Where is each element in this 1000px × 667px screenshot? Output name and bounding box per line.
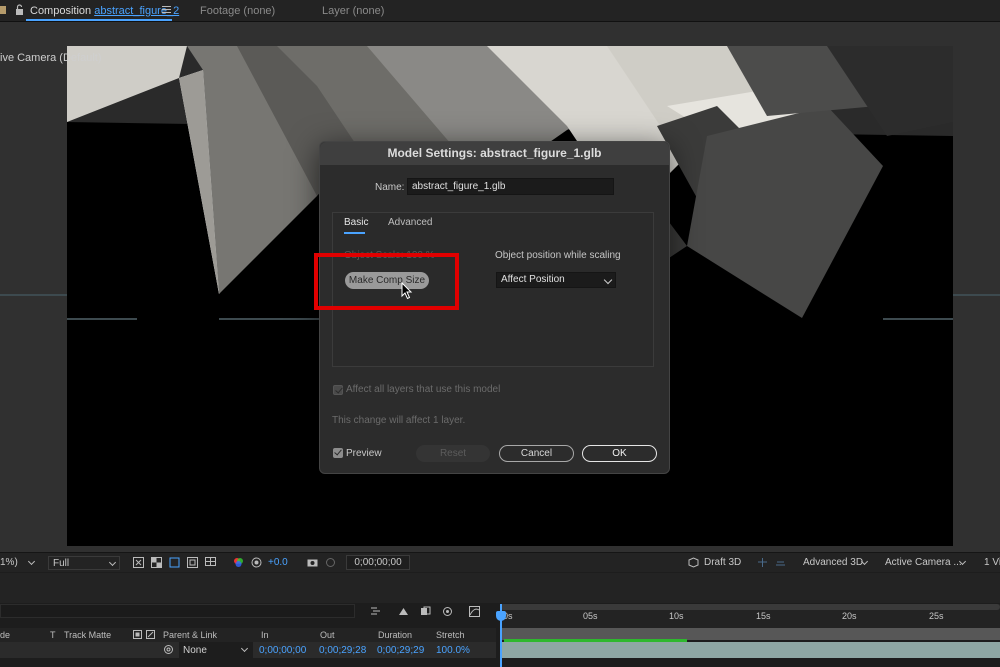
ruler-label: 15s (756, 611, 771, 621)
ground-line-mid (219, 318, 319, 320)
column-out[interactable]: Out (320, 630, 335, 640)
ruler-label: 25s (929, 611, 944, 621)
parent-dropdown[interactable]: None (179, 642, 253, 658)
region-of-interest-icon[interactable] (187, 557, 198, 568)
composition-flowchart-icon[interactable] (370, 606, 381, 617)
active-tab-indicator (26, 19, 172, 21)
viewer-camera-label: ive Camera (Default) (0, 52, 102, 64)
object-position-select[interactable]: Affect Position (496, 272, 616, 288)
basic-tab-indicator (344, 232, 365, 234)
renderer-dropdown[interactable]: Advanced 3D (800, 556, 870, 570)
camera-value: Active Camera ... (885, 557, 962, 568)
current-time-display[interactable]: 0;00;00;00 (346, 555, 410, 570)
tab-composition-prefix: Composition (30, 5, 92, 17)
layer-stretch[interactable]: 100.0% (436, 645, 470, 656)
resolution-dropdown[interactable]: Full (48, 556, 120, 570)
tab-basic[interactable]: Basic (344, 217, 368, 228)
cancel-button[interactable]: Cancel (499, 445, 574, 462)
label-color-swatch[interactable] (0, 6, 6, 14)
name-label: Name: (375, 182, 405, 193)
snapshot-camera-icon[interactable] (307, 557, 318, 568)
affect-all-checkbox[interactable] (333, 385, 343, 395)
chevron-down-icon (27, 557, 36, 566)
object-position-value: Affect Position (501, 274, 565, 285)
camera-dropdown[interactable]: Active Camera ... (882, 556, 970, 570)
chevron-down-icon (108, 558, 117, 567)
change-note: This change will affect 1 layer. (332, 415, 466, 426)
channel-icon[interactable] (233, 557, 244, 568)
panel-menu-icon[interactable] (162, 6, 171, 15)
lock-icon[interactable] (15, 4, 24, 16)
graph-editor-icon[interactable] (469, 606, 480, 617)
column-track-matte[interactable]: Track Matte (64, 630, 111, 640)
tab-composition[interactable]: Composition abstract_figure_2 (30, 4, 179, 18)
extended-viewer-icon[interactable] (757, 557, 768, 568)
viewer-toolbar: 1%) Full +0.0 0;00;00;00 Draft 3D Advanc… (0, 552, 1000, 572)
object-position-label: Object position while scaling (495, 250, 621, 261)
color-management-icon[interactable] (251, 557, 262, 568)
fast-preview-icon[interactable] (133, 557, 144, 568)
timeline-search-input[interactable] (0, 604, 355, 618)
pick-whip-icon[interactable] (163, 644, 174, 655)
zoom-dropdown[interactable]: 1%) (0, 556, 38, 570)
name-input[interactable]: abstract_figure_1.glb (407, 178, 614, 195)
switch-icon[interactable] (133, 630, 142, 639)
layer-duration[interactable]: 0;00;29;29 (377, 645, 424, 656)
solo-switch-icon[interactable] (146, 630, 155, 639)
motion-blur-icon[interactable] (442, 606, 453, 617)
mouse-cursor-icon (401, 282, 413, 300)
layer-out-time[interactable]: 0;00;29;28 (319, 645, 366, 656)
frame-blending-icon[interactable] (420, 606, 431, 617)
ok-button[interactable]: OK (582, 445, 657, 462)
transparency-grid-icon[interactable] (151, 557, 162, 568)
panel-tab-bar: Composition abstract_figure_2 Footage (n… (0, 0, 1000, 22)
renderer-value: Advanced 3D (803, 557, 864, 568)
resolution-value: Full (53, 558, 70, 569)
layer-duration-bar[interactable] (502, 642, 1000, 658)
column-in[interactable]: In (261, 630, 269, 640)
preview-checkbox[interactable] (333, 447, 343, 458)
ground-line-outer-right (953, 294, 1000, 296)
column-mode[interactable]: de (0, 630, 10, 640)
ruler-label: 10s (669, 611, 684, 621)
dialog-title: Model Settings: abstract_figure_1.glb (320, 142, 669, 165)
draft-3d-label[interactable]: Draft 3D (704, 557, 741, 568)
layer-in-time[interactable]: 0;00;00;00 (259, 645, 306, 656)
ground-line-left (67, 318, 137, 320)
ground-line-right (883, 318, 953, 320)
ruler-label: 05s (583, 611, 598, 621)
affect-all-label: Affect all layers that use this model (346, 384, 501, 395)
column-parent-link[interactable]: Parent & Link (163, 630, 217, 640)
mask-visibility-icon[interactable] (169, 557, 180, 568)
playhead-handle[interactable] (496, 611, 506, 621)
column-t[interactable]: T (50, 630, 56, 640)
chevron-down-icon (603, 275, 613, 285)
zoom-value: 1%) (0, 557, 18, 568)
preview-label: Preview (346, 448, 382, 459)
chevron-down-icon (240, 644, 249, 653)
exposure-value[interactable]: +0.0 (268, 557, 288, 568)
tab-footage[interactable]: Footage (none) (200, 4, 275, 18)
timeline-header (0, 573, 1000, 603)
draft-3d-toggle-icon[interactable] (398, 606, 409, 617)
tab-layer[interactable]: Layer (none) (322, 4, 384, 18)
draft-3d-icon[interactable] (688, 557, 699, 568)
column-stretch[interactable]: Stretch (436, 630, 465, 640)
column-duration[interactable]: Duration (378, 630, 412, 640)
grid-guides-icon[interactable] (205, 557, 216, 568)
time-navigator[interactable] (500, 604, 1000, 610)
ground-line-outer-left (0, 294, 67, 296)
reset-button[interactable]: Reset (416, 445, 490, 462)
red-highlight-box (314, 253, 459, 310)
ground-plane-icon[interactable] (775, 557, 786, 568)
show-snapshot-icon[interactable] (325, 557, 336, 568)
view-layout-value[interactable]: 1 Vi (984, 557, 1000, 568)
parent-value: None (183, 645, 207, 656)
ruler-label: 20s (842, 611, 857, 621)
tab-advanced[interactable]: Advanced (388, 217, 432, 228)
